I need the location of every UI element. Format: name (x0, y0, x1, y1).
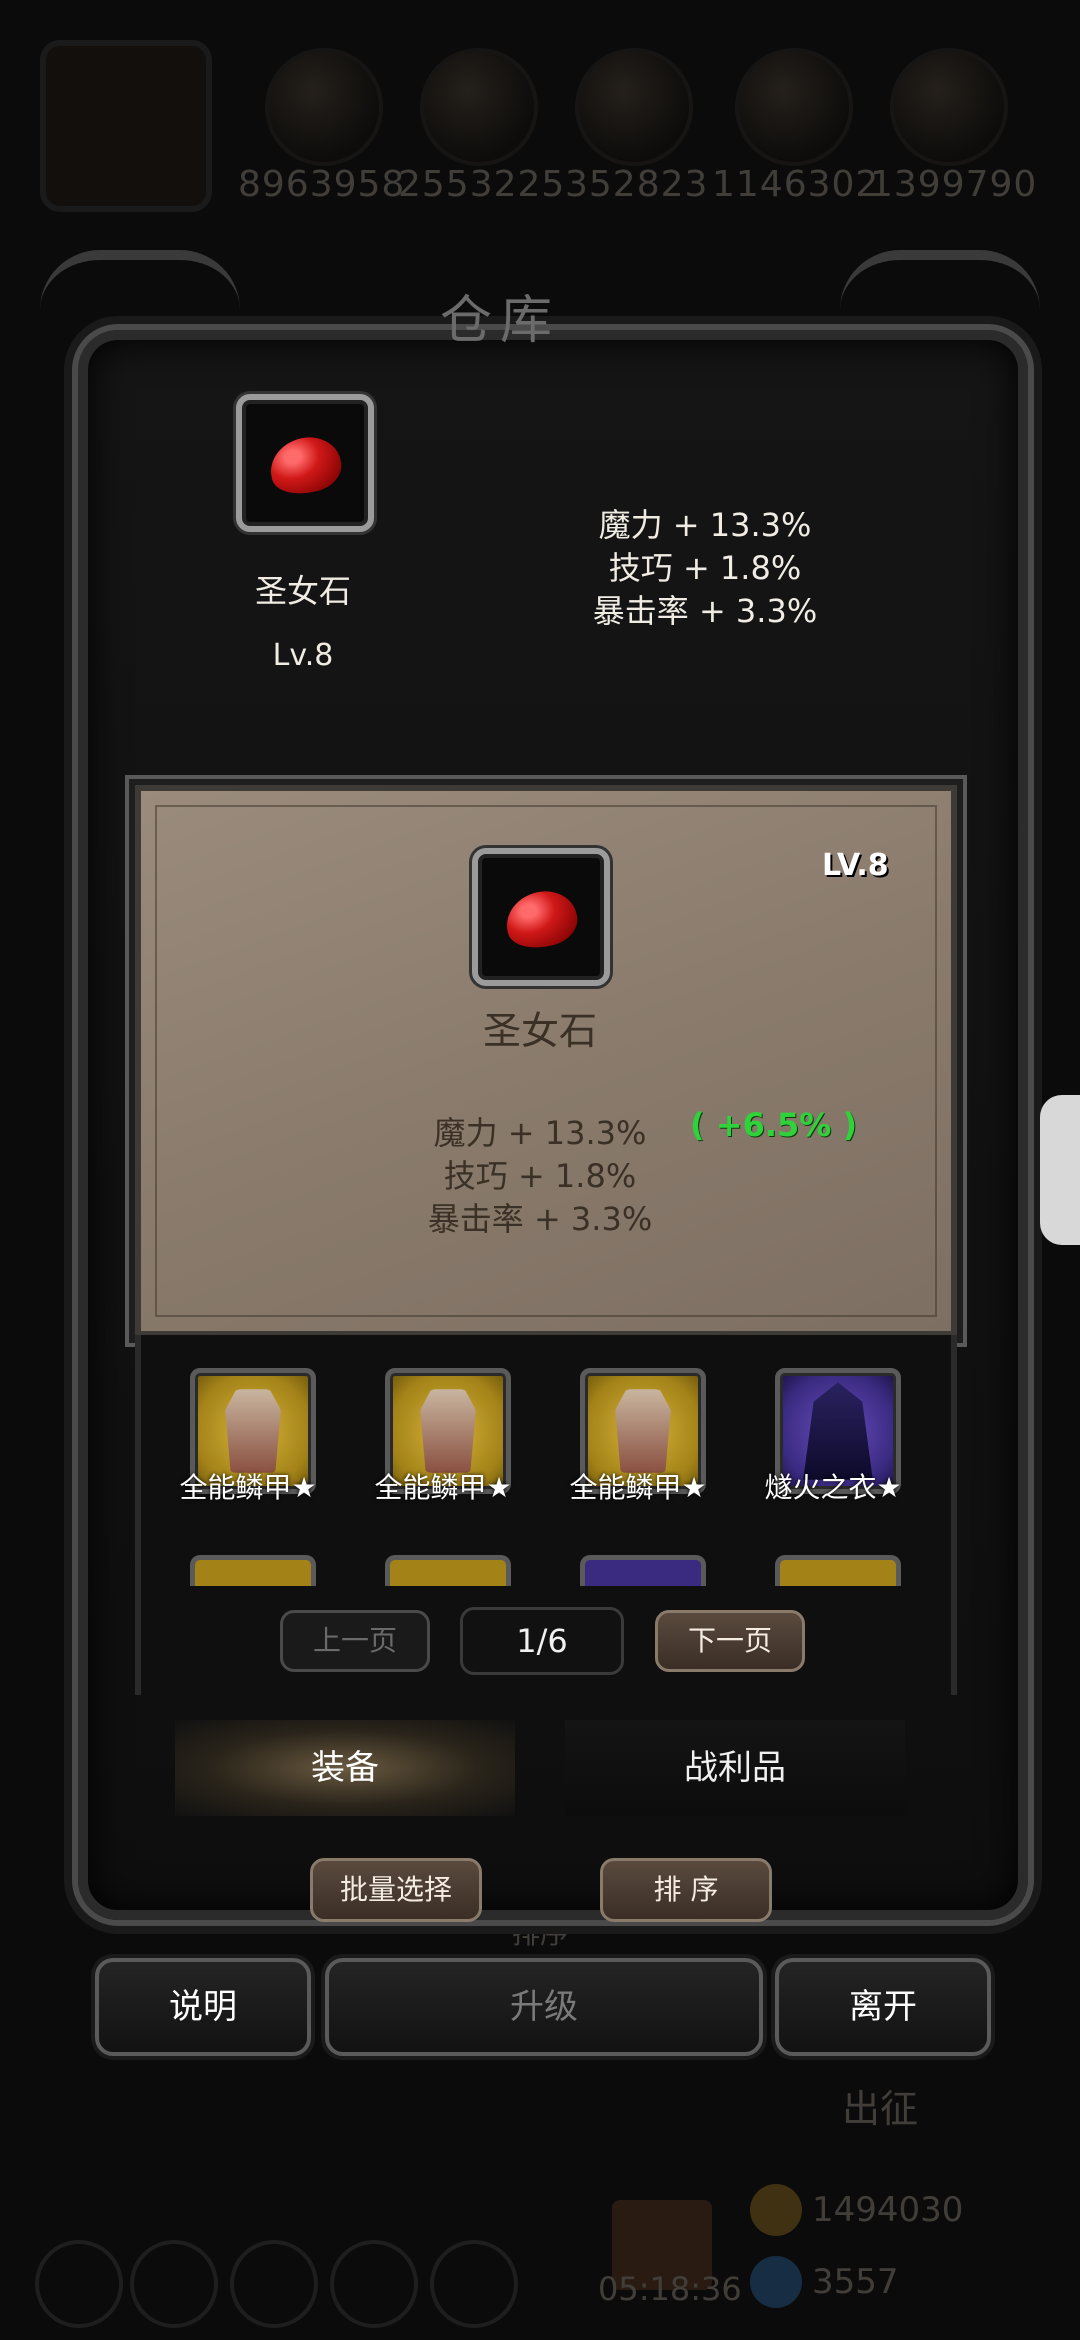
gold-count: 1494030 (812, 2190, 964, 2230)
inventory-slot-partial[interactable] (580, 1555, 706, 1586)
selected-item-icon[interactable] (236, 394, 374, 532)
inventory-slot-partial[interactable] (775, 1555, 901, 1586)
detail-stat-magic: 魔力 + 13.3% (433, 1114, 647, 1152)
gem-icon (264, 431, 346, 500)
tab-loot[interactable]: 战利品 (565, 1720, 905, 1816)
menu-icon (230, 2240, 318, 2328)
resource-icon (265, 48, 383, 166)
detail-stat-skill: 技巧 + 1.8% (443, 1157, 637, 1195)
inventory-slot-label: 全能鳞甲★ (179, 1471, 317, 1504)
resource-count: 352823 (565, 164, 709, 205)
armor-icon (420, 1389, 476, 1473)
help-button[interactable]: 说明 (95, 1958, 311, 2056)
menu-icon (430, 2240, 518, 2328)
prev-page-button[interactable]: 上一页 (280, 1610, 430, 1672)
batch-select-button[interactable]: 批量选择 (310, 1858, 482, 1922)
selected-stat-skill: 技巧 + 1.8% (608, 549, 802, 587)
gem-icon (500, 885, 582, 954)
resource-icon (890, 48, 1008, 166)
inventory-slot-label: 燧火之衣★ (764, 1471, 902, 1504)
menu-icon (330, 2240, 418, 2328)
menu-icon (130, 2240, 218, 2328)
inventory-slot-partial[interactable] (190, 1555, 316, 1586)
expedition-label: 出征 (842, 2087, 919, 2131)
inventory-slot-label: 全能鳞甲★ (374, 1471, 512, 1504)
gold-icon (750, 2184, 802, 2236)
sort-button[interactable]: 排 序 (600, 1858, 772, 1922)
tab-equipment[interactable]: 装备 (175, 1720, 515, 1816)
selected-stat-magic: 魔力 + 13.3% (598, 506, 812, 544)
detail-item-icon (472, 848, 610, 986)
detail-level: LV.8 (822, 848, 889, 883)
next-page-button[interactable]: 下一页 (655, 1610, 805, 1672)
inventory-slot-label: 全能鳞甲★ (569, 1471, 707, 1504)
resource-count: 2553225 (398, 164, 566, 205)
armor-icon (615, 1389, 671, 1473)
detail-stat-crit: 暴击率 + 3.3% (427, 1200, 653, 1238)
resource-icon (575, 48, 693, 166)
resource-icon (735, 48, 853, 166)
timer: 05:18:36 (598, 2270, 742, 2308)
gem-count: 3557 (812, 2262, 899, 2302)
resource-count: 1399790 (870, 164, 1038, 205)
detail-stat-bonus: ( +6.5% ) (690, 1106, 858, 1144)
side-handle[interactable] (1040, 1095, 1080, 1245)
selected-stat-crit: 暴击率 + 3.3% (592, 592, 818, 630)
page-indicator: 1/6 (460, 1607, 624, 1675)
menu-icon (35, 2240, 123, 2328)
gem-icon (750, 2256, 802, 2308)
inventory-slot-partial[interactable] (385, 1555, 511, 1586)
hero-portrait (40, 40, 212, 212)
upgrade-button[interactable]: 升级 (325, 1958, 763, 2056)
window-title: 仓库 (440, 291, 561, 351)
selected-item-level: Lv.8 (272, 638, 334, 673)
resource-count: 8963958 (238, 164, 406, 205)
resource-count: 1146302 (712, 164, 880, 205)
resource-icon (420, 48, 538, 166)
armor-icon (225, 1389, 281, 1473)
detail-item-name: 圣女石 (482, 1009, 597, 1053)
leave-button[interactable]: 离开 (775, 1958, 991, 2056)
selected-item-name: 圣女石 (254, 572, 351, 610)
